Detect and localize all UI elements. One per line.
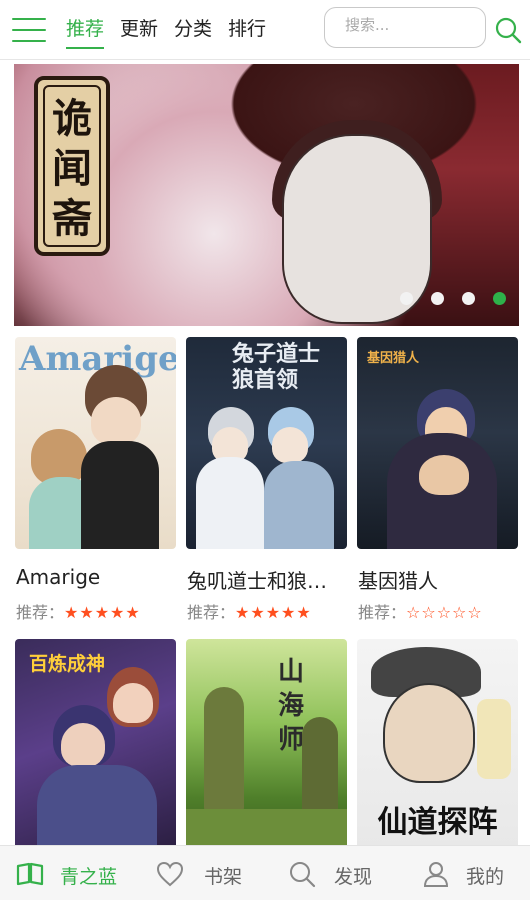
rating-label: 推荐： <box>16 603 65 622</box>
user-icon <box>423 862 449 887</box>
nav-item-profile[interactable]: 我的 <box>396 846 528 900</box>
nav-item-discover[interactable]: 发现 <box>264 846 396 900</box>
nav-label-discover: 发现 <box>334 866 373 888</box>
tab-updates[interactable]: 更新 <box>120 14 158 49</box>
cover-title-jiyin: 基因猎人 <box>367 351 420 366</box>
search-icon[interactable] <box>494 16 522 44</box>
cover-title-bailian: 百炼成神 <box>29 653 106 675</box>
nav-label-bookshelf: 书架 <box>204 866 243 888</box>
rating-stars: ★★★★★ <box>64 603 141 622</box>
hamburger-menu-icon[interactable] <box>12 18 46 44</box>
book-icon <box>16 862 44 886</box>
top-tabs: 推荐 更新 分类 排行 <box>66 14 282 49</box>
book-cover-xiandao[interactable]: 仙道探阵 <box>357 639 518 851</box>
book-rating: 推荐：★★★★★ <box>187 599 312 623</box>
search-icon <box>290 862 316 888</box>
book-cover-amarige[interactable]: Amarige <box>15 337 176 549</box>
top-header: 推荐 更新 分类 排行 <box>0 0 530 60</box>
cover-title-xiandao: 仙道探阵 <box>377 805 498 840</box>
nav-label-home: 青之蓝 <box>60 866 118 888</box>
rating-stars: ☆☆☆☆☆ <box>406 603 483 622</box>
book-rating: 推荐：★★★★★ <box>16 599 141 623</box>
book-rating: 推荐：☆☆☆☆☆ <box>358 599 483 623</box>
search-input[interactable] <box>345 16 485 34</box>
banner-title-seal: 诡闻斋 <box>34 76 110 256</box>
banner-dot-3[interactable] <box>462 292 475 305</box>
tab-recommend[interactable]: 推荐 <box>66 14 105 49</box>
book-cover-tuji[interactable]: 兔子道士狼首领 <box>186 337 347 549</box>
heart-icon <box>156 861 184 887</box>
banner-dot-1[interactable] <box>400 292 413 305</box>
book-cover-bailian[interactable]: 百炼成神 <box>15 639 176 851</box>
nav-item-bookshelf[interactable]: 书架 <box>132 846 264 900</box>
book-title: 兔叽道士和狼… <box>187 569 327 593</box>
featured-banner[interactable]: 诡闻斋 <box>14 64 519 326</box>
nav-label-profile: 我的 <box>466 866 505 888</box>
search-box <box>324 7 486 48</box>
rating-label: 推荐： <box>187 603 236 622</box>
banner-dot-4-active[interactable] <box>493 292 506 305</box>
nav-item-home[interactable]: 青之蓝 <box>0 846 132 900</box>
tab-rankings[interactable]: 排行 <box>228 14 266 49</box>
rating-label: 推荐： <box>358 603 407 622</box>
bottom-navigation: 青之蓝 书架 发现 我的 <box>0 845 530 900</box>
book-cover-jiyin[interactable]: 基因猎人 <box>357 337 518 549</box>
book-title: 基因猎人 <box>358 569 438 593</box>
banner-dot-2[interactable] <box>431 292 444 305</box>
book-cover-shanhai[interactable]: 山海师 <box>186 639 347 851</box>
tab-categories[interactable]: 分类 <box>174 14 212 49</box>
banner-pagination <box>400 292 519 305</box>
cover-title-tuji: 兔子道士狼首领 <box>232 341 321 393</box>
rating-stars: ★★★★★ <box>235 603 312 622</box>
banner-title: 诡闻斋 <box>52 95 92 242</box>
book-title: Amarige <box>16 565 101 589</box>
